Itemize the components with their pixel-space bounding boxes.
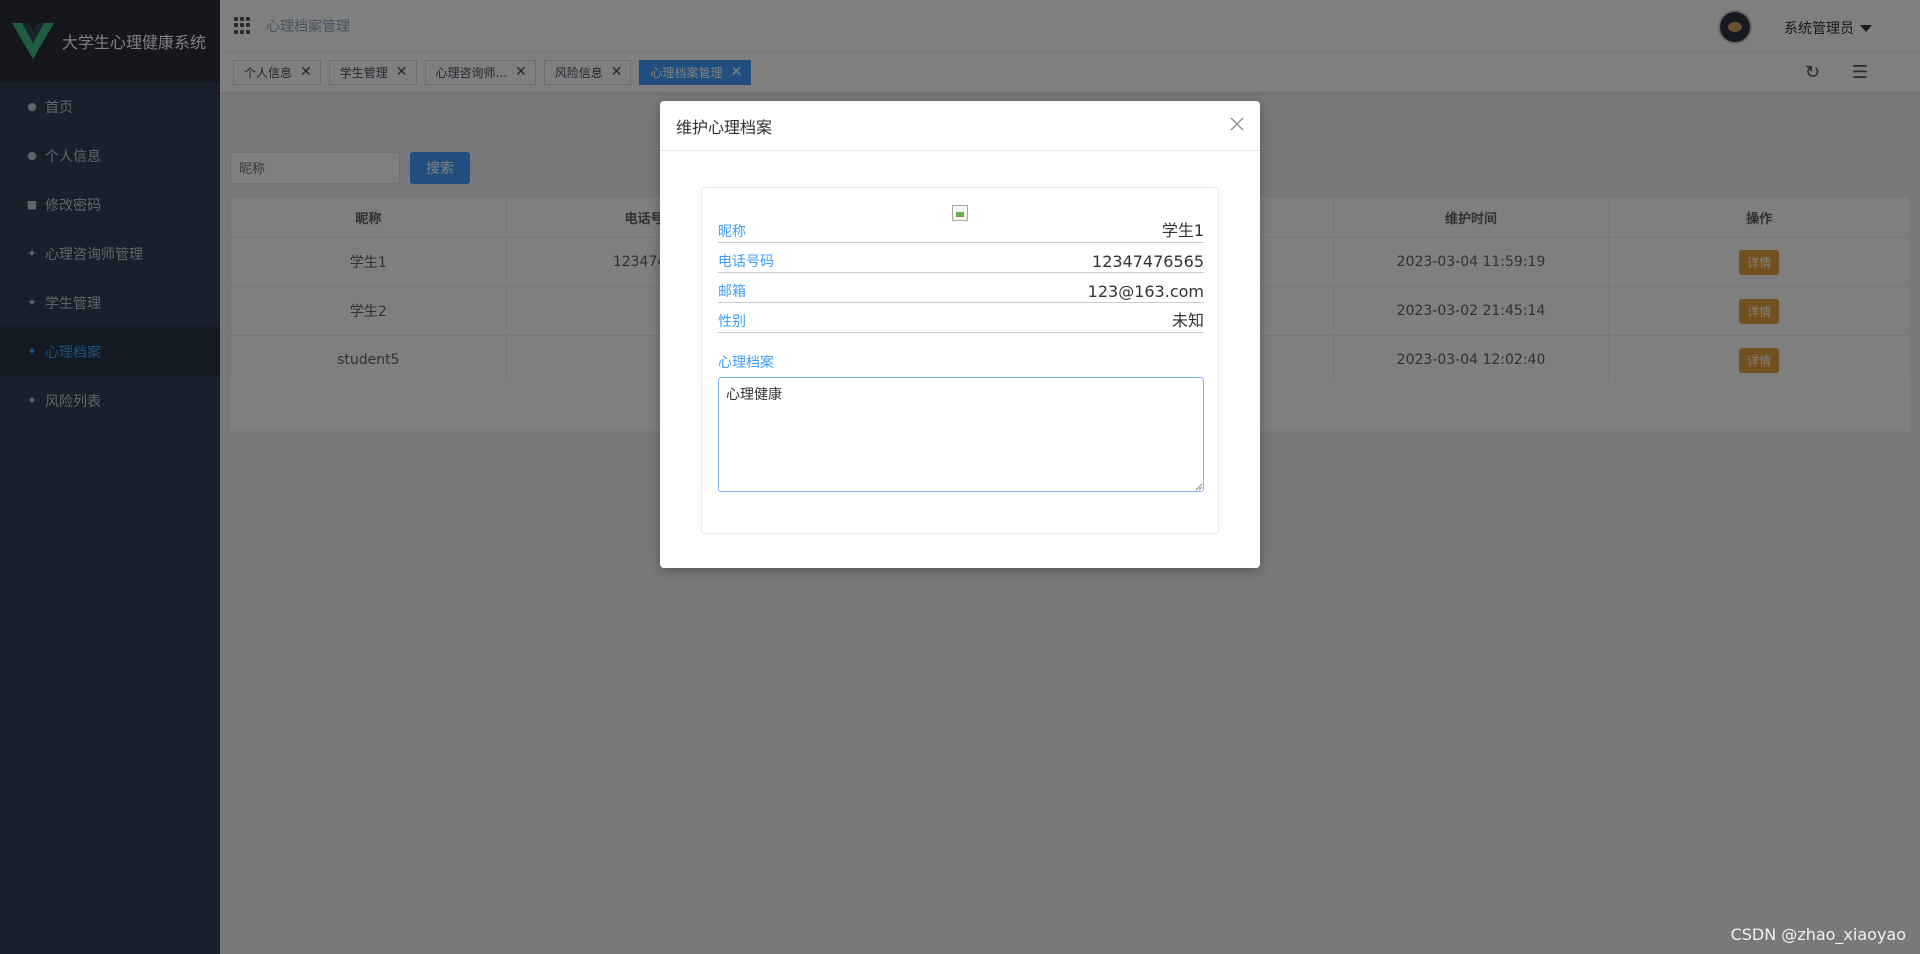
field-label: 昵称 bbox=[718, 224, 746, 240]
watermark: CSDN @zhao_xiaoyao bbox=[1730, 925, 1906, 944]
profile-card: 昵称 学生1 电话号码 12347476565 邮箱 123@163.com 性… bbox=[701, 187, 1219, 534]
resize-handle-icon[interactable] bbox=[1195, 483, 1203, 491]
field-value: 未知 bbox=[1171, 311, 1204, 330]
field-label: 邮箱 bbox=[718, 284, 746, 300]
field-value: 123@163.com bbox=[1087, 282, 1204, 301]
field-nickname: 昵称 学生1 bbox=[718, 213, 1204, 243]
field-label: 电话号码 bbox=[718, 254, 774, 270]
field-value: 12347476565 bbox=[1092, 252, 1204, 271]
archive-label: 心理档案 bbox=[718, 355, 774, 371]
field-gender: 性别 未知 bbox=[718, 303, 1204, 333]
archive-textarea[interactable]: 心理健康 bbox=[718, 377, 1204, 492]
field-label: 性别 bbox=[718, 314, 746, 330]
field-phone: 电话号码 12347476565 bbox=[718, 243, 1204, 273]
archive-dialog: 维护心理档案 昵称 学生1 电话号码 12347476565 邮箱 123@16… bbox=[660, 101, 1260, 568]
field-value: 学生1 bbox=[1161, 221, 1204, 240]
close-icon[interactable] bbox=[1228, 115, 1246, 133]
dialog-title: 维护心理档案 bbox=[676, 117, 773, 137]
dialog-header: 维护心理档案 bbox=[660, 101, 1260, 151]
field-email: 邮箱 123@163.com bbox=[718, 273, 1204, 303]
